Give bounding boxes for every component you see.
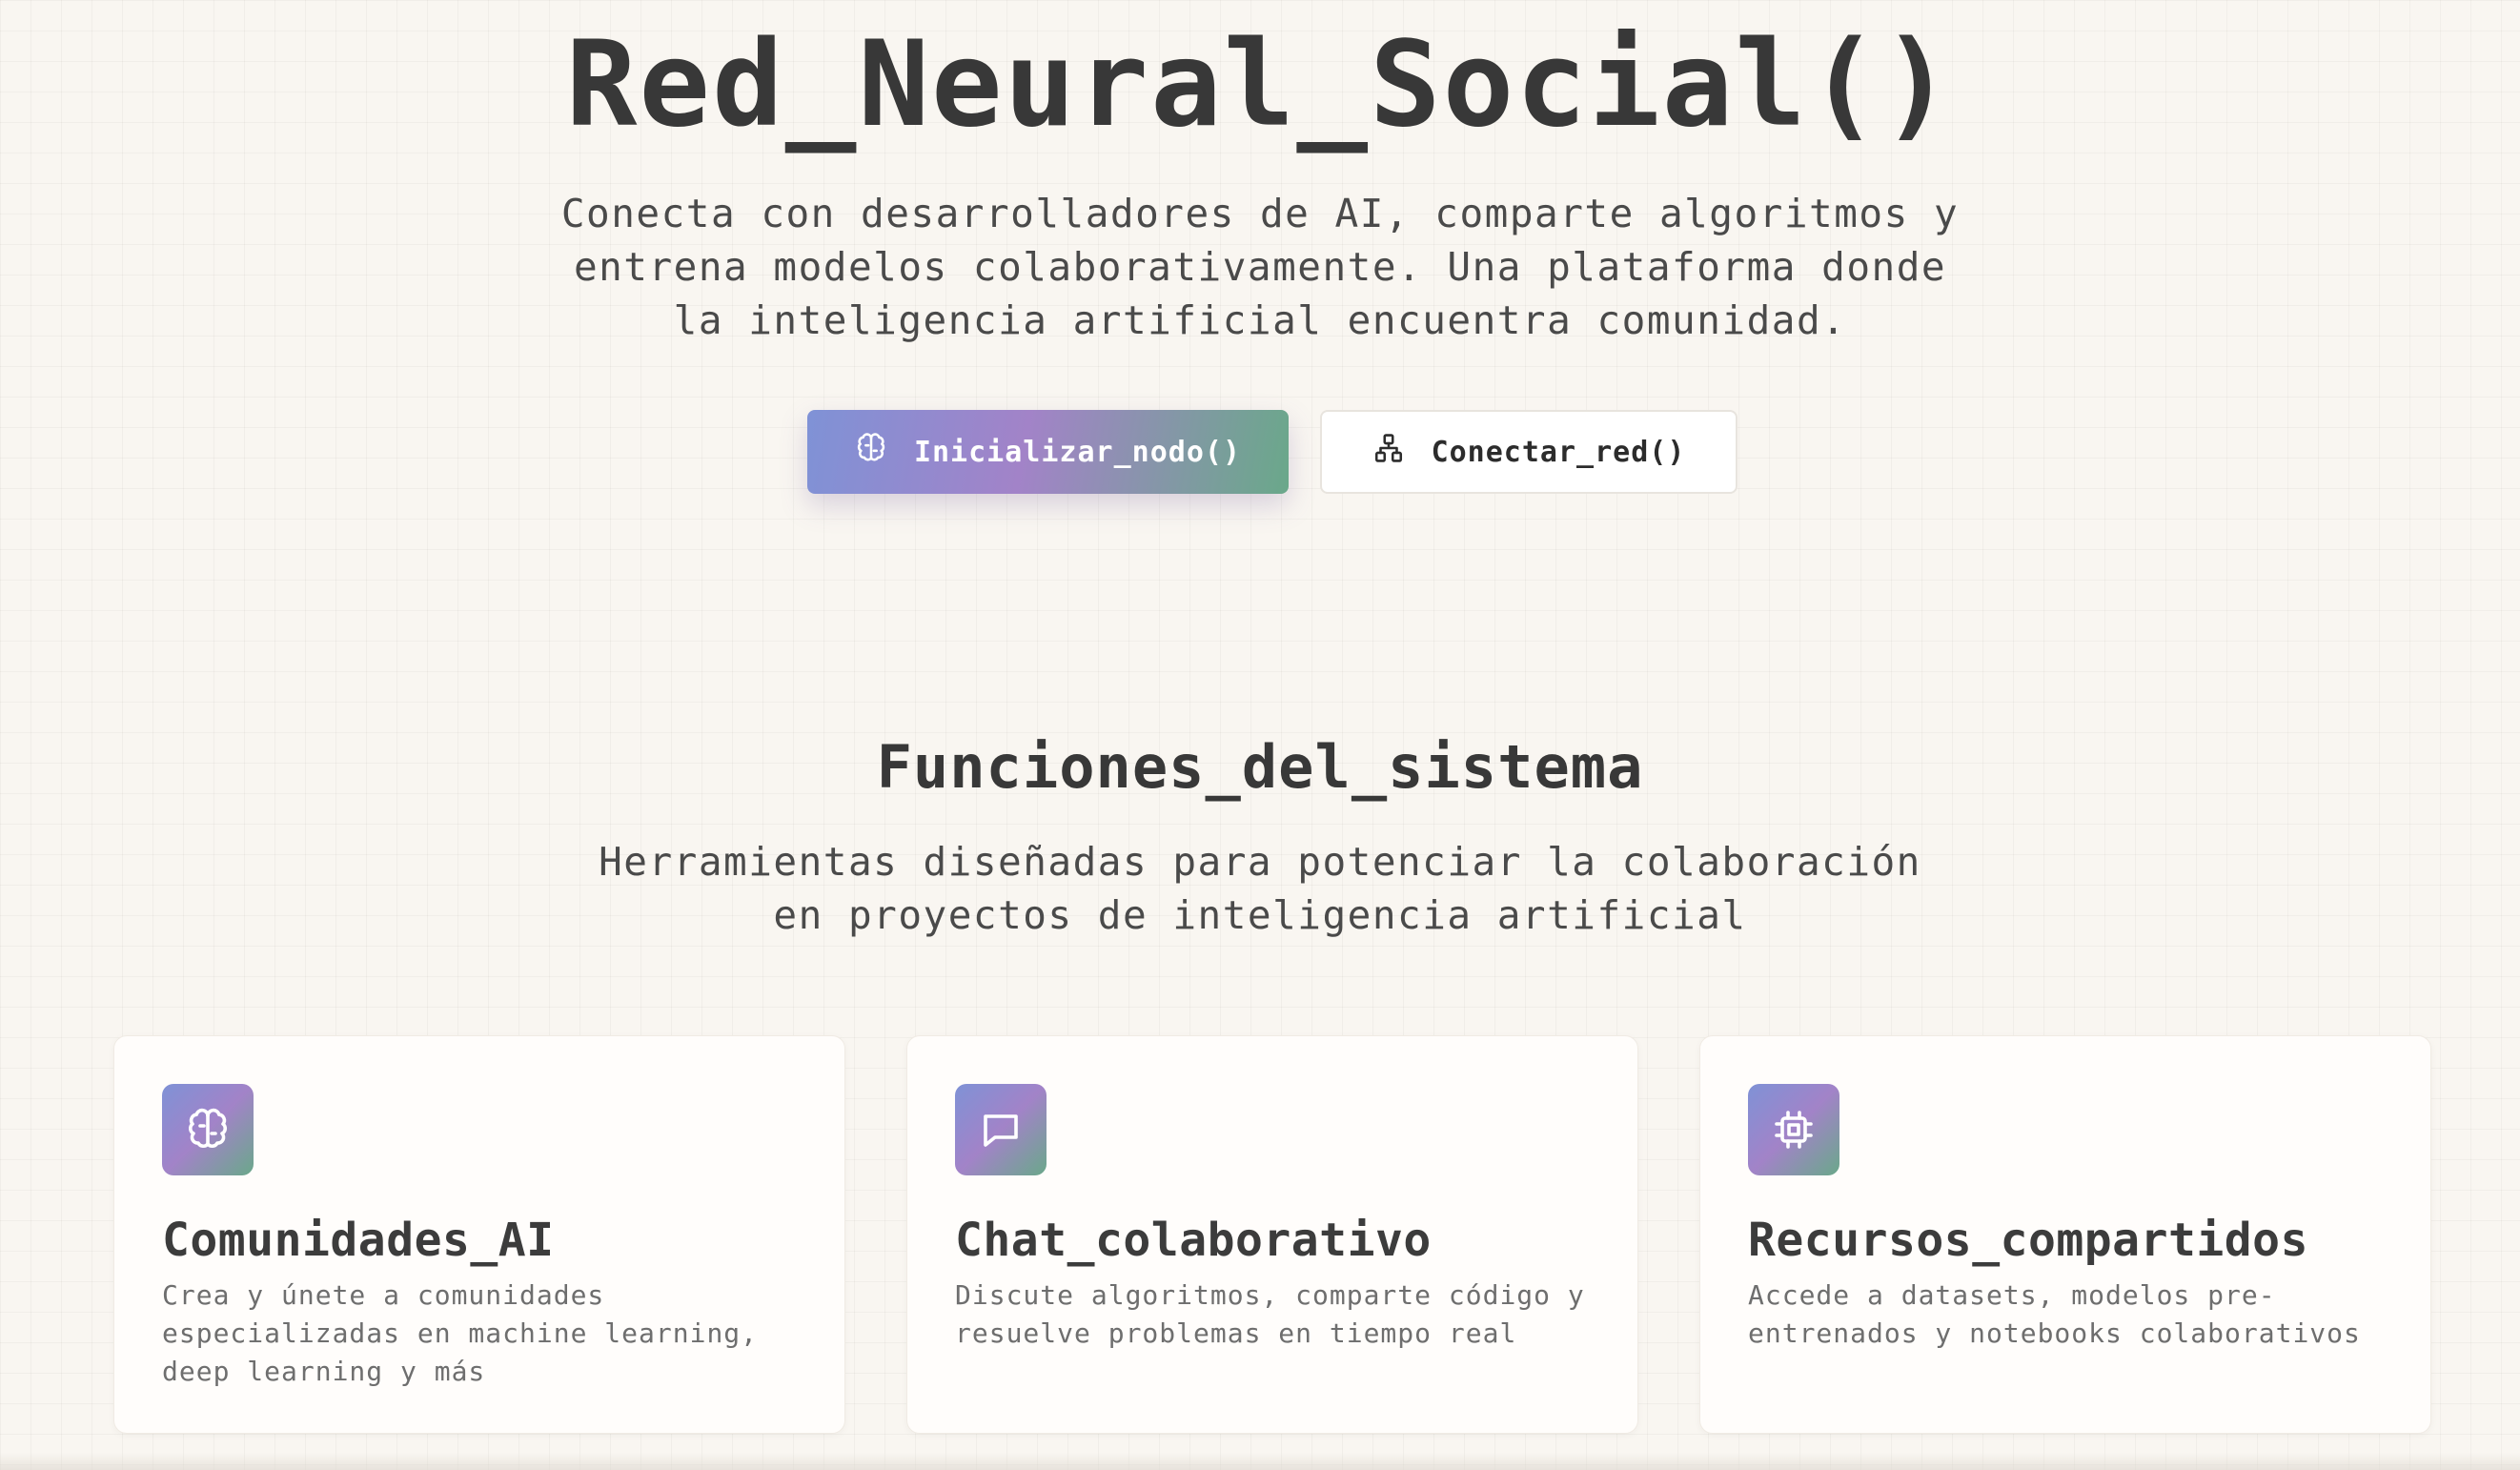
page-title: Red_Neural_Social() bbox=[565, 16, 1955, 153]
connect-network-label: Conectar_red() bbox=[1431, 435, 1686, 469]
initialize-node-button[interactable]: Inicializar_nodo() bbox=[807, 410, 1289, 494]
card-description: Crea y únete a comunidades especializada… bbox=[162, 1279, 759, 1387]
card-title: Recursos_compartidos bbox=[1748, 1214, 2308, 1267]
card-description: Discute algoritmos, comparte código y re… bbox=[955, 1279, 1585, 1349]
page-bottom-edge bbox=[0, 1453, 2520, 1470]
cpu-chip-icon bbox=[1748, 1084, 1839, 1175]
brain-icon bbox=[855, 432, 887, 472]
hero-subtitle: Conecta con desarrolladores de AI, compa… bbox=[560, 191, 1960, 343]
feature-card-resources: Recursos_compartidos Accede a datasets, … bbox=[1699, 1035, 2431, 1434]
feature-card-chat: Chat_colaborativo Discute algoritmos, co… bbox=[906, 1035, 1638, 1434]
chat-bubble-icon bbox=[955, 1084, 1047, 1175]
card-title: Chat_colaborativo bbox=[955, 1214, 1432, 1267]
features-title: Funciones_del_sistema bbox=[876, 732, 1644, 802]
initialize-node-label: Inicializar_nodo() bbox=[913, 435, 1242, 469]
feature-card-communities: Comunidades_AI Crea y únete a comunidade… bbox=[113, 1035, 845, 1434]
card-description: Accede a datasets, modelos pre-entrenado… bbox=[1748, 1279, 2361, 1349]
connect-network-button[interactable]: Conectar_red() bbox=[1320, 410, 1738, 494]
features-subtitle: Herramientas diseñadas para potenciar la… bbox=[599, 839, 1921, 938]
network-icon bbox=[1372, 432, 1405, 472]
brain-icon bbox=[162, 1084, 254, 1175]
card-title: Comunidades_AI bbox=[162, 1214, 555, 1267]
